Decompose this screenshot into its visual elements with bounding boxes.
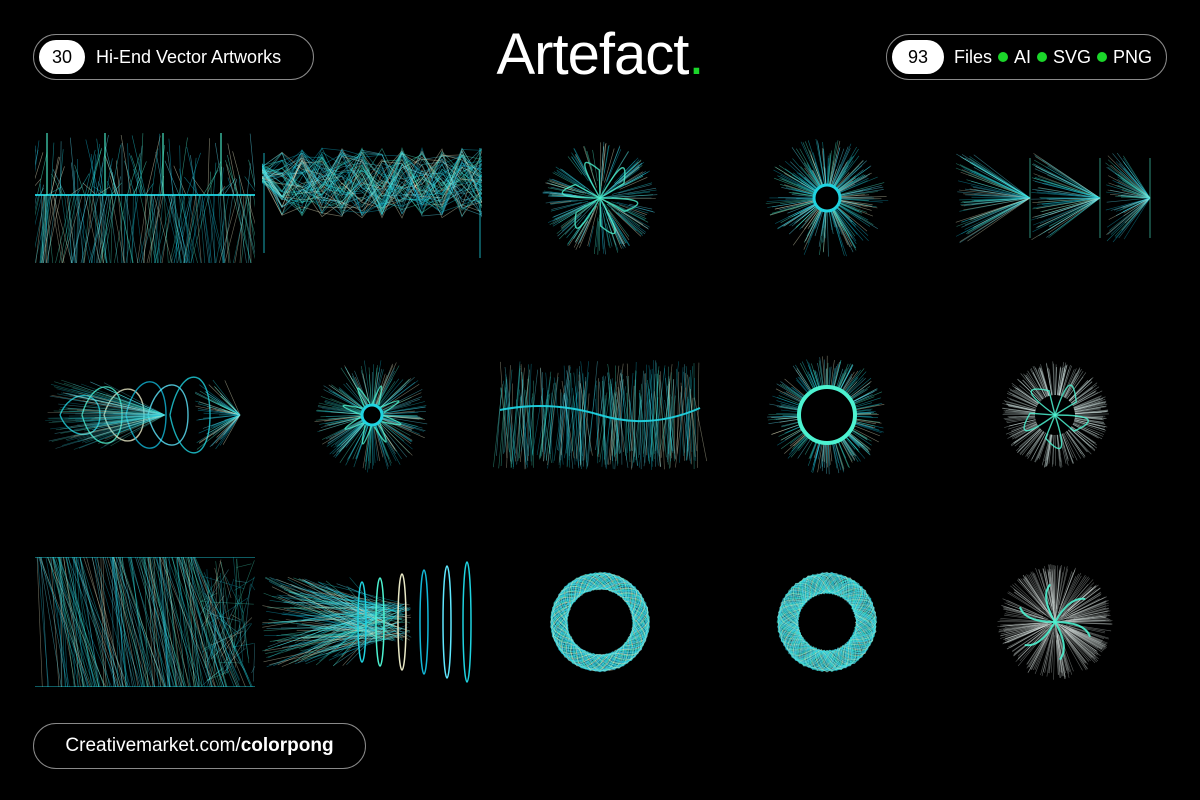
title-dot: . [688,22,704,87]
artwork-14 [717,557,937,687]
artwork-5 [945,133,1165,263]
artwork-11-graphic [35,557,255,687]
artwork-7-graphic [314,360,428,473]
green-dot-icon [998,52,1009,62]
artwork-14-graphic [776,571,878,673]
files-label: Files [954,46,993,67]
artwork-9 [717,350,937,480]
artwork-13 [490,557,710,687]
artwork-1-graphic [35,133,255,263]
artwork-7 [262,350,482,480]
title-text: Artefact [496,22,690,87]
artwork-6-graphic [45,376,241,454]
artwork-2 [262,133,482,263]
artwork-15-graphic [997,564,1113,680]
store-url-handle: colorpong [240,735,334,756]
artwork-5-graphic [955,152,1151,244]
artwork-3-graphic [542,141,658,255]
artwork-12 [262,557,482,687]
green-dot-icon [1037,52,1048,62]
artwork-2-graphic [262,147,482,258]
artwork-4 [717,133,937,263]
artwork-9-graphic [767,355,885,475]
files-count: 93 [892,40,944,74]
green-dot-icon [1097,52,1108,62]
artwork-11 [35,557,255,687]
artwork-10 [945,350,1165,480]
artwork-15 [945,557,1165,687]
artwork-12-graphic [262,561,472,683]
files-formats-badge: 93 Files AI SVG PNG [886,34,1167,80]
store-link[interactable]: Creativemarket.com/colorpong [33,723,366,769]
artwork-8 [490,350,710,480]
artwork-10-graphic [1002,361,1109,469]
artwork-8-graphic [493,360,707,470]
artwork-6 [35,350,255,480]
format-ai: AI [1014,46,1032,67]
artwork-4-graphic [765,138,889,257]
artwork-1 [35,133,255,263]
artwork-13-graphic [549,571,650,673]
store-url-prefix: Creativemarket.com/ [65,735,241,756]
artwork-3 [490,133,710,263]
format-png: PNG [1113,46,1153,67]
format-svg: SVG [1053,46,1092,67]
